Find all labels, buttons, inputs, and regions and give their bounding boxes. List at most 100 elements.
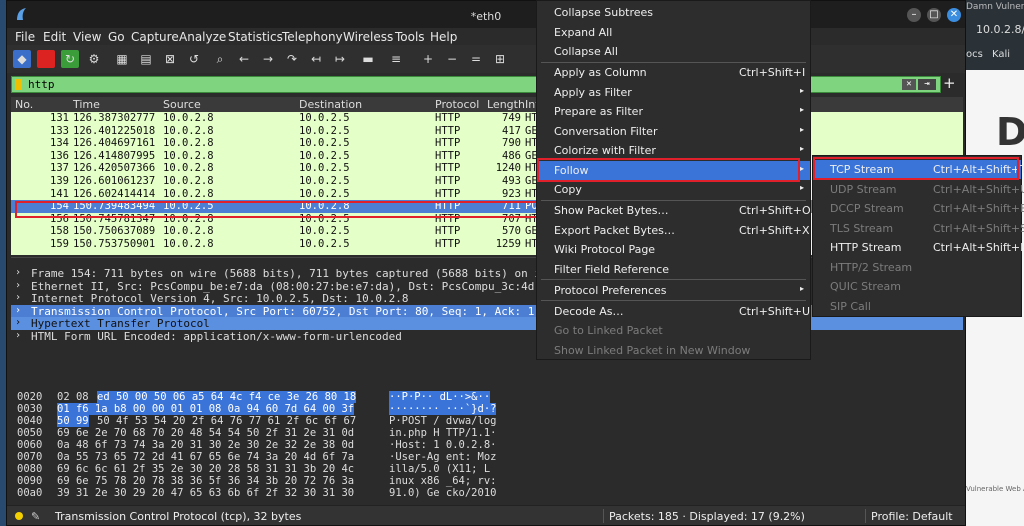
ascii-bytes[interactable]: ··P·P·· dL··>&··: [389, 391, 491, 403]
table-row[interactable]: 134 126.404697161 10.0.2.8 10.0.2.5 HTTP 790 H…: [11, 137, 963, 150]
hex-bytes[interactable]: 50 4f 53 54 20 2f 64 76 77 61 2f 6c 6f 6…: [97, 415, 356, 427]
menu-item-shortcut: Ctrl+Shift+I: [739, 66, 806, 79]
context-menu-item[interactable]: Expand All: [537, 23, 810, 42]
stop-capture-icon[interactable]: [37, 50, 55, 68]
expand-arrow-icon[interactable]: ›: [15, 267, 21, 278]
shark-fin-start-icon[interactable]: ◆: [13, 50, 31, 68]
go-forward-icon[interactable]: →: [259, 50, 277, 68]
maximize-icon[interactable]: □: [927, 8, 941, 22]
col-length[interactable]: Length: [487, 98, 525, 111]
restart-capture-icon[interactable]: ↻: [61, 50, 79, 68]
close-icon[interactable]: ✕: [947, 8, 961, 22]
go-to-packet-icon[interactable]: ↷: [283, 50, 301, 68]
context-menu-item[interactable]: Collapse Subtrees: [537, 3, 810, 22]
browser-address-bar[interactable]: 10.0.2.8/d: [966, 18, 1024, 42]
hex-bytes[interactable]: 69 6c 6c 61 2f 35 2e 30 20 28 58 31 31 3…: [57, 463, 354, 475]
context-menu-item[interactable]: Copy ▸: [537, 180, 810, 199]
last-packet-icon[interactable]: ↦: [331, 50, 349, 68]
table-row[interactable]: 133 126.401225018 10.0.2.8 10.0.2.5 HTTP 417 G…: [11, 125, 963, 138]
resize-columns-icon[interactable]: ⊞: [491, 50, 509, 68]
find-packet-icon[interactable]: ⌕: [211, 50, 229, 68]
bookmark-docs[interactable]: ocs: [966, 49, 983, 60]
zoom-out-icon[interactable]: −: [443, 50, 461, 68]
minimize-icon[interactable]: –: [907, 8, 921, 22]
clear-filter-icon[interactable]: ✕: [902, 79, 916, 90]
ascii-bytes[interactable]: inux x86 _64; rv:: [389, 475, 496, 487]
context-menu-item[interactable]: Filter Field Reference: [537, 260, 810, 279]
context-menu-item[interactable]: Apply as Filter ▸: [537, 83, 810, 102]
apply-filter-icon[interactable]: ⇥: [918, 79, 936, 90]
browser-tab[interactable]: Damn Vulnerable Web A: [966, 2, 1024, 12]
col-protocol[interactable]: Protocol: [435, 98, 479, 111]
menu-statistics[interactable]: Statistics: [228, 30, 283, 44]
detail-line[interactable]: › HTML Form URL Encoded: application/x-ww…: [11, 330, 963, 343]
menu-file[interactable]: File: [15, 30, 35, 44]
capture-options-gear-icon[interactable]: ⚙: [85, 50, 103, 68]
context-menu-item[interactable]: Wiki Protocol Page: [537, 240, 810, 259]
edit-comment-icon[interactable]: ✎: [31, 510, 40, 523]
expand-arrow-icon[interactable]: ›: [15, 292, 21, 303]
close-file-icon[interactable]: ⊠: [161, 50, 179, 68]
expand-arrow-icon[interactable]: ›: [15, 305, 21, 316]
ascii-bytes[interactable]: P·POST / dvwa/log: [389, 415, 496, 427]
expand-arrow-icon[interactable]: ›: [15, 317, 21, 328]
status-profile[interactable]: Profile: Default: [871, 510, 953, 523]
add-filter-button-icon[interactable]: +: [943, 74, 956, 92]
menu-edit[interactable]: Edit: [43, 30, 66, 44]
menu-analyze[interactable]: Analyze: [179, 30, 226, 44]
go-back-icon[interactable]: ←: [235, 50, 253, 68]
context-menu-item[interactable]: Prepare as Filter ▸: [537, 102, 810, 121]
follow-submenu-item[interactable]: HTTP Stream Ctrl+Alt+Shift+H: [813, 238, 1024, 257]
ascii-bytes[interactable]: illa/5.0 (X11; L: [389, 463, 490, 475]
menu-capture[interactable]: Capture: [131, 30, 179, 44]
context-menu-item[interactable]: Decode As… Ctrl+Shift+U: [537, 302, 810, 321]
table-cell: 126.420507366: [73, 162, 156, 175]
hex-bytes[interactable]: 39 31 2e 30 29 20 47 65 63 6b 6f 2f 32 3…: [57, 487, 354, 499]
expert-info-icon[interactable]: [15, 512, 23, 520]
expand-arrow-icon[interactable]: ›: [15, 280, 21, 291]
autoscroll-icon[interactable]: ▬: [359, 50, 377, 68]
first-packet-icon[interactable]: ↤: [307, 50, 325, 68]
detail-line[interactable]: › Hypertext Transfer Protocol: [11, 317, 963, 331]
context-menu-item[interactable]: Show Packet Bytes… Ctrl+Shift+O: [537, 201, 811, 220]
col-no[interactable]: No.: [15, 98, 33, 111]
context-menu-item[interactable]: Apply as Column Ctrl+Shift+I: [537, 63, 810, 82]
hex-bytes[interactable]: 01 f6 1a b8 00 00 01 01 08 0a 94 60 7d 6…: [57, 403, 355, 415]
bookmark-icon[interactable]: [15, 79, 22, 90]
menu-view[interactable]: View: [73, 30, 101, 44]
menu-tools[interactable]: Tools: [395, 30, 425, 44]
zoom-normal-icon[interactable]: =: [467, 50, 485, 68]
menu-telephony[interactable]: Telephony: [282, 30, 343, 44]
colorize-icon[interactable]: ≡: [387, 50, 405, 68]
hex-bytes[interactable]: 69 6e 75 78 20 78 38 36 5f 36 34 3b 20 7…: [57, 475, 354, 487]
menu-go[interactable]: Go: [108, 30, 125, 44]
ascii-bytes[interactable]: ········ ···`}d·?: [389, 403, 497, 415]
table-row[interactable]: 131 126.387302777 10.0.2.8 10.0.2.5 HTTP 749 H…: [11, 112, 963, 125]
bookmark-kali[interactable]: Kali: [992, 49, 1010, 60]
expand-arrow-icon[interactable]: ›: [15, 330, 21, 341]
zoom-in-icon[interactable]: +: [419, 50, 437, 68]
context-menu-item[interactable]: Protocol Preferences ▸: [537, 281, 810, 300]
ascii-bytes[interactable]: ·Host: 1 0.0.2.8·: [389, 439, 496, 451]
open-file-icon[interactable]: ▦: [113, 50, 131, 68]
hex-bytes[interactable]: 0a 48 6f 73 74 3a 20 31 30 2e 30 2e 32 2…: [57, 439, 354, 451]
ascii-bytes[interactable]: 91.0) Ge cko/2010: [389, 487, 496, 499]
ascii-bytes[interactable]: in.php H TTP/1.1·: [389, 427, 496, 439]
context-menu-item[interactable]: Collapse All: [537, 42, 810, 61]
context-menu-item[interactable]: Export Packet Bytes… Ctrl+Shift+X: [537, 221, 810, 240]
menu-wireless[interactable]: Wireless: [343, 30, 393, 44]
hex-bytes[interactable]: 50 99: [57, 415, 89, 427]
col-time[interactable]: Time: [73, 98, 100, 111]
context-menu-item[interactable]: Conversation Filter ▸: [537, 122, 810, 141]
col-source[interactable]: Source: [163, 98, 201, 111]
reload-icon[interactable]: ↺: [185, 50, 203, 68]
ascii-bytes[interactable]: ·User-Ag ent: Moz: [389, 451, 496, 463]
col-destination[interactable]: Destination: [299, 98, 362, 111]
hex-bytes[interactable]: 02 08: [57, 391, 89, 403]
menu-help[interactable]: Help: [430, 30, 457, 44]
hex-bytes[interactable]: 69 6e 2e 70 68 70 20 48 54 54 50 2f 31 2…: [57, 427, 354, 439]
table-cell: 131: [50, 112, 69, 124]
hex-bytes[interactable]: ed 50 00 50 06 a5 64 4c f4 ce 3e 26 80 1…: [97, 391, 357, 403]
save-file-icon[interactable]: ▤: [137, 50, 155, 68]
hex-bytes[interactable]: 0a 55 73 65 72 2d 41 67 65 6e 74 3a 20 4…: [57, 451, 354, 463]
